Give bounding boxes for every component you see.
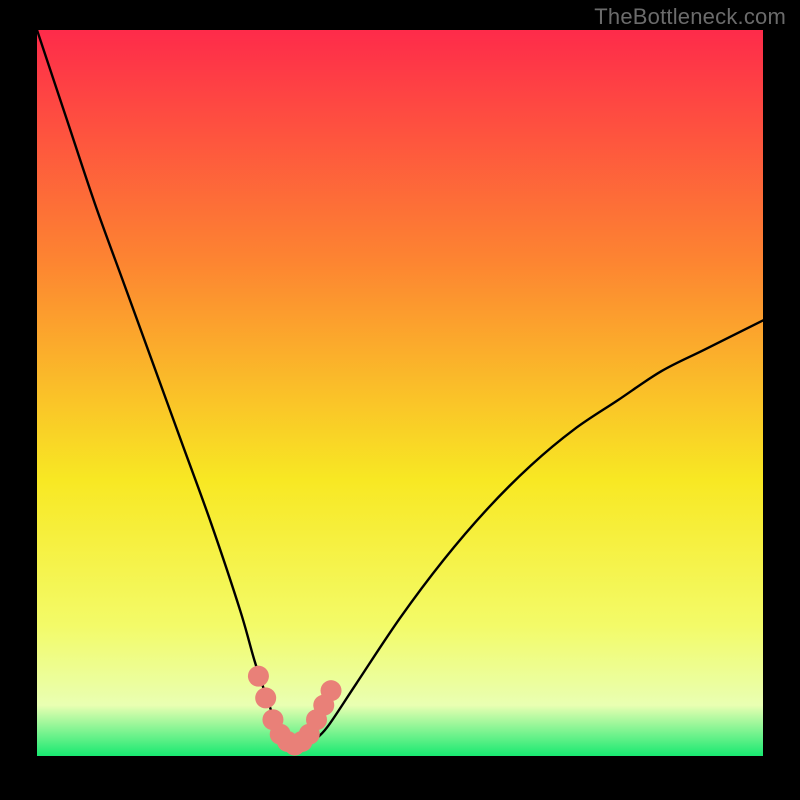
- fit-marker: [255, 687, 276, 708]
- gradient-bg: [37, 30, 763, 756]
- chart-frame: TheBottleneck.com: [0, 0, 800, 800]
- fit-marker: [321, 680, 342, 701]
- plot-area: [37, 30, 763, 756]
- fit-marker: [248, 666, 269, 687]
- chart-svg: [37, 30, 763, 756]
- watermark-text: TheBottleneck.com: [594, 4, 786, 30]
